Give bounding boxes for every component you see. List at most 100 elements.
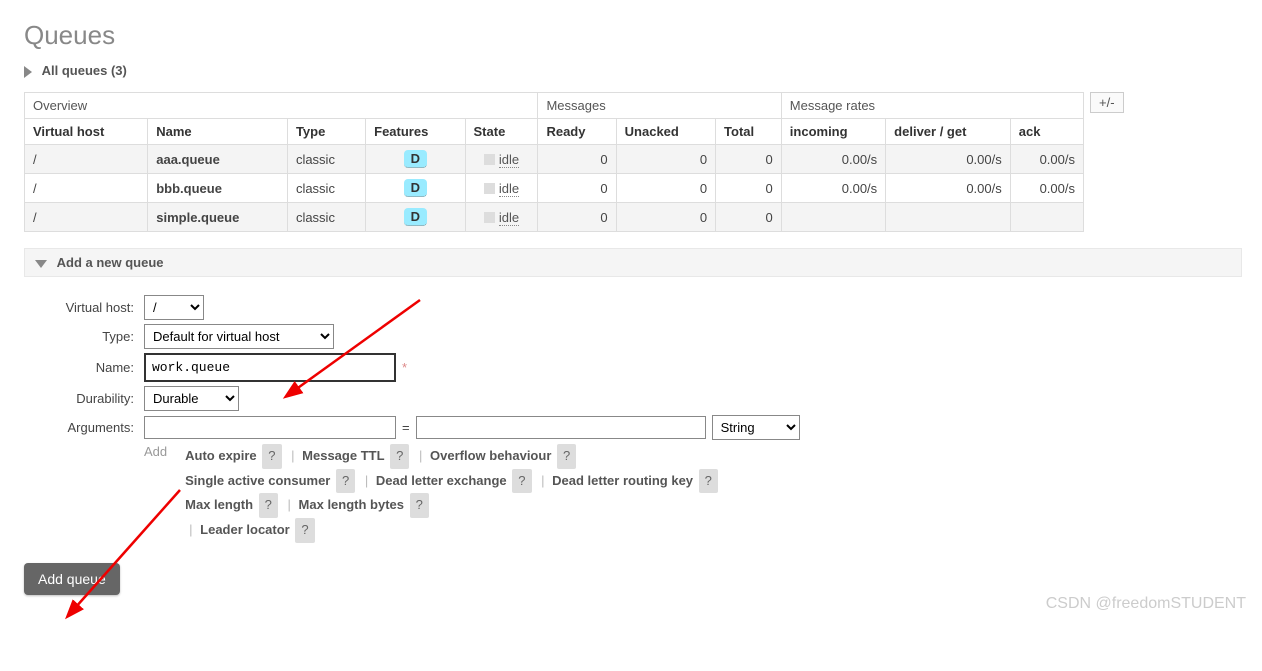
arg-hint[interactable]: Overflow behaviour [430,448,551,463]
help-icon[interactable]: ? [390,444,409,469]
cell-ready: 0 [538,203,616,232]
col-type[interactable]: Type [287,119,365,145]
cell-total: 0 [716,203,782,232]
cell-total: 0 [716,145,782,174]
cell-total: 0 [716,174,782,203]
col-unacked[interactable]: Unacked [616,119,715,145]
col-incoming[interactable]: incoming [781,119,885,145]
cell-deliver: 0.00/s [886,145,1011,174]
durable-badge-icon: D [404,179,427,197]
state-dot-icon [484,212,495,223]
help-icon[interactable]: ? [557,444,576,469]
cell-incoming [781,203,885,232]
table-row: /aaa.queueclassicDidle0000.00/s0.00/s0.0… [25,145,1084,174]
cell-deliver: 0.00/s [886,174,1011,203]
all-queues-label: All queues (3) [42,63,127,78]
arg-key-input[interactable] [144,416,396,439]
cell-type: classic [287,174,365,203]
arg-hint[interactable]: Leader locator [200,522,290,537]
cell-deliver [886,203,1011,232]
arg-hint[interactable]: Dead letter exchange [376,473,507,488]
cell-vhost: / [25,174,148,203]
help-icon[interactable]: ? [336,469,355,494]
cell-unacked: 0 [616,174,715,203]
arg-value-input[interactable] [416,416,706,439]
label-vhost: Virtual host: [24,300,144,315]
durable-badge-icon: D [404,150,427,168]
arg-hint[interactable]: Single active consumer [185,473,330,488]
queue-link[interactable]: aaa.queue [148,145,288,174]
add-queue-title: Add a new queue [57,255,164,270]
arg-type-select[interactable]: String [712,415,800,440]
cell-state: idle [465,174,538,203]
cell-unacked: 0 [616,145,715,174]
durability-select[interactable]: Durable [144,386,239,411]
argument-hints: Auto expire ? | Message TTL ? | Overflow… [185,444,720,543]
group-overview: Overview [25,93,538,119]
help-icon[interactable]: ? [295,518,314,543]
queues-table: Overview Messages Message rates Virtual … [24,92,1084,232]
col-vhost[interactable]: Virtual host [25,119,148,145]
col-ack[interactable]: ack [1010,119,1083,145]
col-name[interactable]: Name [148,119,288,145]
section-all-queues[interactable]: All queues (3) [24,57,1242,84]
arg-eq: = [396,420,416,435]
vhost-select[interactable]: / [144,295,204,320]
cell-state: idle [465,203,538,232]
col-deliver[interactable]: deliver / get [886,119,1011,145]
cell-type: classic [287,203,365,232]
state-dot-icon [484,183,495,194]
queue-link[interactable]: bbb.queue [148,174,288,203]
group-messages: Messages [538,93,781,119]
cell-features: D [366,145,465,174]
durable-badge-icon: D [404,208,427,226]
cell-ack: 0.00/s [1010,145,1083,174]
col-ready[interactable]: Ready [538,119,616,145]
label-name: Name: [24,360,144,375]
group-rates: Message rates [781,93,1083,119]
help-icon[interactable]: ? [699,469,718,494]
table-row: /bbb.queueclassicDidle0000.00/s0.00/s0.0… [25,174,1084,203]
chevron-down-icon [35,260,47,268]
page-title: Queues [24,20,1242,51]
watermark: CSDN @freedomSTUDENT [1046,595,1246,613]
table-row: /simple.queueclassicDidle000 [25,203,1084,232]
cell-type: classic [287,145,365,174]
chevron-right-icon [24,66,32,78]
label-type: Type: [24,329,144,344]
arg-hint[interactable]: Message TTL [302,448,384,463]
label-durability: Durability: [24,391,144,406]
cell-ready: 0 [538,174,616,203]
arg-hint[interactable]: Max length bytes [299,497,404,512]
arg-hint[interactable]: Auto expire [185,448,257,463]
required-mark: * [402,360,407,375]
col-state[interactable]: State [465,119,538,145]
cell-ack: 0.00/s [1010,174,1083,203]
label-arguments: Arguments: [24,420,144,435]
cell-vhost: / [25,203,148,232]
cell-state: idle [465,145,538,174]
state-dot-icon [484,154,495,165]
arg-hint[interactable]: Max length [185,497,253,512]
cell-vhost: / [25,145,148,174]
cell-ready: 0 [538,145,616,174]
cell-features: D [366,174,465,203]
cell-unacked: 0 [616,203,715,232]
section-add-queue[interactable]: Add a new queue [24,248,1242,277]
cell-incoming: 0.00/s [781,174,885,203]
help-icon[interactable]: ? [410,493,429,518]
help-icon[interactable]: ? [259,493,278,518]
queue-link[interactable]: simple.queue [148,203,288,232]
cell-ack [1010,203,1083,232]
cell-incoming: 0.00/s [781,145,885,174]
columns-toggle-button[interactable]: +/- [1090,92,1124,113]
help-icon[interactable]: ? [512,469,531,494]
arg-hint[interactable]: Dead letter routing key [552,473,693,488]
type-select[interactable]: Default for virtual host [144,324,334,349]
cell-features: D [366,203,465,232]
add-argument-link[interactable]: Add [144,444,167,459]
col-total[interactable]: Total [716,119,782,145]
add-queue-button[interactable]: Add queue [24,563,120,595]
help-icon[interactable]: ? [262,444,281,469]
name-input[interactable] [144,353,396,382]
